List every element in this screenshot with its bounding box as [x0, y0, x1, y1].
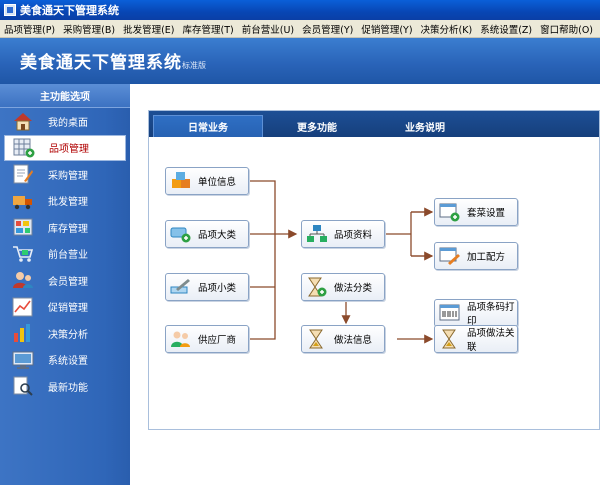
shelf-icon [12, 217, 34, 237]
sidebar-item-purchase[interactable]: 采购管理 [0, 161, 130, 188]
node-label: 品项资料 [334, 230, 373, 241]
tab-more-functions[interactable]: 更多功能 [263, 115, 371, 137]
menu-item-window-help[interactable]: 窗口帮助(O) [536, 22, 597, 36]
workflow-diagram: 单位信息 品项大类 品项小类 供应厂商 品项资料 做法分类 做法信息 套菜设置 … [149, 137, 600, 431]
menu-bar: 品项管理(P) 采购管理(B) 批发管理(E) 库存管理(T) 前台营业(U) … [0, 20, 600, 38]
cart-icon [12, 244, 34, 264]
hourglass-icon [306, 329, 328, 349]
node-recipe[interactable]: 加工配方 [434, 242, 518, 270]
window-title: 美食通天下管理系统 [20, 4, 119, 17]
node-unit-info[interactable]: 单位信息 [165, 167, 249, 195]
menu-item-promotion[interactable]: 促销管理(Y) [357, 22, 416, 36]
sidebar-item-label: 系统设置 [48, 356, 88, 368]
window-titlebar: 美食通天下管理系统 [0, 0, 600, 20]
sidebar-item-label: 库存管理 [48, 223, 88, 235]
node-category-major[interactable]: 品项大类 [165, 220, 249, 248]
node-label: 单位信息 [198, 177, 237, 188]
sidebar-item-inventory[interactable]: 库存管理 [0, 214, 130, 241]
sidebar-item-promotion[interactable]: 促销管理 [0, 294, 130, 321]
node-supplier[interactable]: 供应厂商 [165, 325, 249, 353]
main-area: 日常业务 更多功能 业务说明 单位信息 品项大类 品项小类 供应厂商 品项资料 … [130, 84, 600, 485]
magnifier-doc-icon [12, 376, 34, 396]
sidebar: 主功能选项 我的桌面 品项管理 采购管理 批发管理 库存管理 前台营业 会员管理… [0, 84, 130, 485]
workflow-panel: 日常业务 更多功能 业务说明 单位信息 品项大类 品项小类 供应厂商 品项资料 … [148, 110, 600, 430]
node-method-class[interactable]: 做法分类 [301, 273, 385, 301]
node-label: 做法信息 [334, 335, 373, 346]
network-icon [306, 224, 328, 244]
node-label: 供应厂商 [198, 335, 237, 346]
node-item-data[interactable]: 品项资料 [301, 220, 385, 248]
monitor-icon [12, 350, 34, 370]
sidebar-item-new-features[interactable]: 最新功能 [0, 373, 130, 400]
pen-edit-icon [170, 277, 192, 297]
sidebar-item-label: 批发管理 [48, 197, 88, 209]
node-method-info[interactable]: 做法信息 [301, 325, 385, 353]
sidebar-item-label: 我的桌面 [48, 117, 88, 129]
node-label: 品项做法关联 [467, 328, 515, 353]
sidebar-item-label: 品项管理 [49, 144, 89, 156]
sidebar-item-label: 最新功能 [48, 382, 88, 394]
sidebar-item-label: 会员管理 [48, 276, 88, 288]
app-icon [4, 4, 16, 16]
connector-right-bracket [385, 211, 432, 257]
members-icon [12, 270, 34, 290]
sidebar-item-desktop[interactable]: 我的桌面 [0, 108, 130, 135]
node-category-minor[interactable]: 品项小类 [165, 273, 249, 301]
node-label: 加工配方 [467, 252, 506, 263]
chart-line-icon [12, 297, 34, 317]
app-title: 美食通天下管理系统 [20, 53, 182, 73]
tab-daily-business[interactable]: 日常业务 [153, 115, 263, 137]
menu-item-frontdesk[interactable]: 前台营业(U) [238, 22, 298, 36]
window-add-icon [439, 202, 461, 222]
sidebar-item-label: 前台营业 [48, 250, 88, 262]
window-edit-icon [439, 246, 461, 266]
bar-chart-icon [12, 323, 34, 343]
tag-add-icon [170, 224, 192, 244]
tab-bar: 日常业务 更多功能 业务说明 [149, 111, 599, 137]
menu-item-purchase[interactable]: 采购管理(B) [59, 22, 119, 36]
tab-business-notes[interactable]: 业务说明 [371, 115, 479, 137]
node-label: 品项小类 [198, 283, 237, 294]
barcode-window-icon [439, 303, 461, 323]
sidebar-item-label: 采购管理 [48, 170, 88, 182]
house-icon [12, 111, 34, 131]
sidebar-item-analysis[interactable]: 决策分析 [0, 320, 130, 347]
sidebar-item-frontdesk[interactable]: 前台营业 [0, 241, 130, 268]
edition-label: 标准版 [182, 61, 206, 70]
people-icon [170, 329, 192, 349]
node-label: 品项条码打印 [467, 302, 515, 327]
sidebar-item-members[interactable]: 会员管理 [0, 267, 130, 294]
menu-item-settings[interactable]: 系统设置(Z) [476, 22, 536, 36]
truck-icon [12, 191, 34, 211]
grid-add-icon [13, 138, 35, 158]
menu-item-wholesale[interactable]: 批发管理(E) [119, 22, 178, 36]
sidebar-heading: 主功能选项 [0, 84, 130, 108]
app-header: 美食通天下管理系统 标准版 [0, 38, 600, 84]
boxes-icon [170, 171, 192, 191]
menu-item-members[interactable]: 会员管理(Y) [298, 22, 357, 36]
sidebar-item-items[interactable]: 品项管理 [4, 134, 126, 161]
menu-item-analysis[interactable]: 决策分析(K) [417, 22, 477, 36]
node-method-link[interactable]: 品项做法关联 [434, 325, 518, 353]
node-label: 做法分类 [334, 283, 373, 294]
document-pen-icon [12, 164, 34, 184]
hourglass-link-icon [439, 329, 461, 349]
sidebar-item-label: 决策分析 [48, 329, 88, 341]
hourglass-add-icon [306, 277, 328, 297]
node-label: 套菜设置 [467, 208, 506, 219]
sidebar-item-wholesale[interactable]: 批发管理 [0, 188, 130, 215]
node-label: 品项大类 [198, 230, 237, 241]
menu-item-inventory[interactable]: 库存管理(T) [179, 22, 238, 36]
menu-item-items[interactable]: 品项管理(P) [0, 22, 59, 36]
node-barcode-print[interactable]: 品项条码打印 [434, 299, 518, 327]
connector-left-bracket [249, 180, 276, 340]
sidebar-item-label: 促销管理 [48, 303, 88, 315]
sidebar-item-settings[interactable]: 系统设置 [0, 347, 130, 374]
node-package-set[interactable]: 套菜设置 [434, 198, 518, 226]
